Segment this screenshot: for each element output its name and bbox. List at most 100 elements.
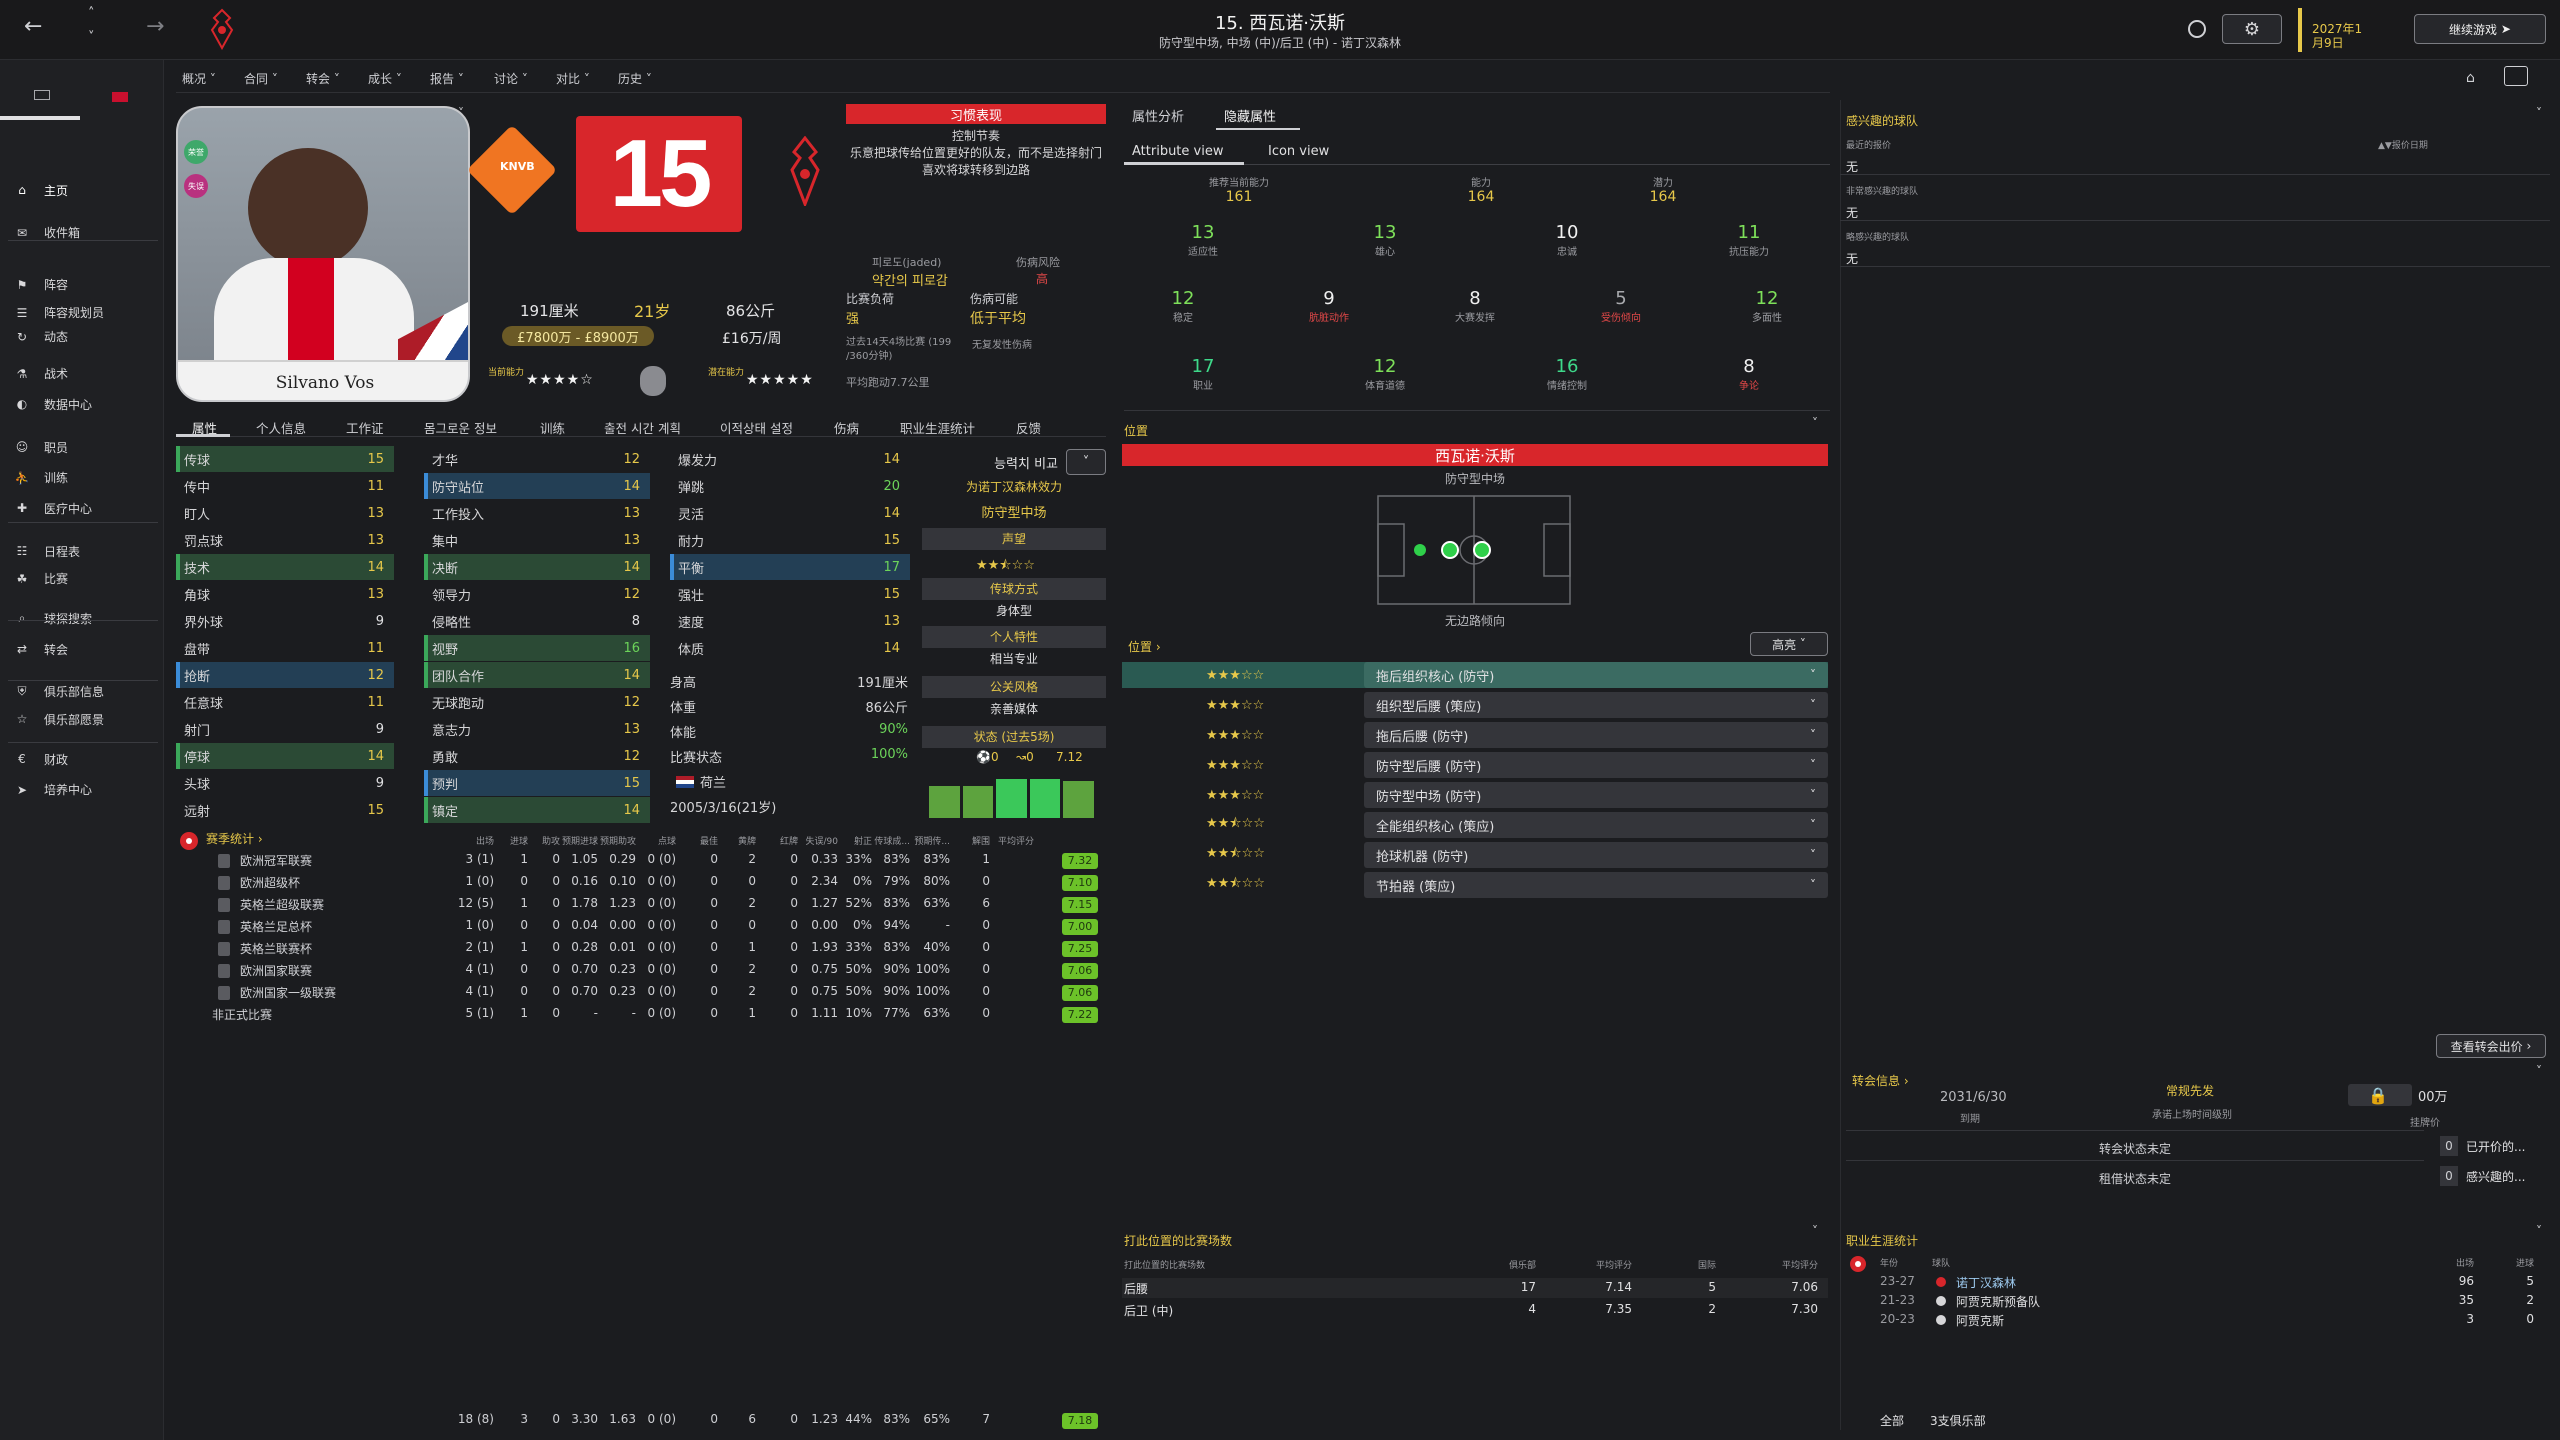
sidebar-item-11[interactable]: ☘ 比赛 bbox=[0, 564, 164, 594]
layout-icon[interactable] bbox=[2504, 66, 2528, 86]
globe-icon[interactable] bbox=[2188, 20, 2206, 38]
sidebar-item-4[interactable]: ↻ 动态 bbox=[0, 322, 164, 352]
chevron-down-icon[interactable]: ˅ bbox=[1810, 668, 1816, 682]
attr-physical-4[interactable]: 平衡 17 bbox=[670, 554, 910, 580]
attr-mental-9[interactable]: 无球跑动 12 bbox=[424, 689, 650, 715]
pp-row[interactable] bbox=[1122, 1300, 1828, 1320]
attr-mental-7[interactable]: 视野 16 bbox=[424, 635, 650, 661]
attr-mental-12[interactable]: 预判 15 bbox=[424, 770, 650, 796]
collapse-icon[interactable] bbox=[34, 90, 50, 100]
sidebar-item-1[interactable]: ✉ 收件箱 bbox=[0, 218, 164, 248]
compare-dropdown[interactable]: ˅ bbox=[1066, 449, 1106, 475]
nottingham-forest-crest-icon[interactable] bbox=[790, 136, 820, 206]
career-header-1[interactable]: 球队 bbox=[1932, 1256, 1950, 1269]
attr-technical-4[interactable]: 技术 14 bbox=[176, 554, 394, 580]
career-header-2[interactable]: 出场 bbox=[2434, 1256, 2474, 1269]
highlight-dropdown[interactable]: 高亮 ˅ bbox=[1750, 632, 1828, 656]
chevron-down-icon[interactable]: ˅ bbox=[1810, 698, 1816, 712]
tab-9[interactable]: 反馈 bbox=[1016, 418, 1041, 437]
position-collapse-icon[interactable]: ˅ bbox=[1812, 416, 1818, 430]
market-value[interactable]: £7800万 - £8900万 bbox=[502, 326, 654, 346]
tab-1[interactable]: 个人信息 bbox=[256, 418, 306, 437]
menu-2[interactable]: 转会 ˅ bbox=[306, 70, 340, 87]
attr-mental-6[interactable]: 侵略性 8 bbox=[424, 608, 650, 634]
attr-mental-11[interactable]: 勇敢 12 bbox=[424, 743, 650, 769]
attr-physical-1[interactable]: 弹跳 20 bbox=[670, 473, 910, 499]
stats-header-7[interactable]: 黄牌 bbox=[712, 834, 756, 847]
stats-header-5[interactable]: 点球 bbox=[632, 834, 676, 847]
stats-competition[interactable]: 英格兰足总杯 bbox=[240, 918, 312, 935]
role-row-4[interactable]: ★★★☆☆ 防守型中场 (防守) ˅ bbox=[1122, 782, 1828, 808]
home-small-icon[interactable]: ⌂ bbox=[2466, 70, 2475, 86]
stats-header-4[interactable]: 预期助攻 bbox=[592, 834, 636, 847]
role-row-3[interactable]: ★★★☆☆ 防守型后腰 (防守) ˅ bbox=[1122, 752, 1828, 778]
tab-2[interactable]: 工作证 bbox=[346, 418, 384, 437]
attr-technical-1[interactable]: 传中 11 bbox=[176, 473, 394, 499]
club-crest-icon[interactable] bbox=[210, 8, 234, 50]
pp-header-1[interactable]: 俱乐部 bbox=[1480, 1258, 1536, 1271]
attr-technical-7[interactable]: 盘带 11 bbox=[176, 635, 394, 661]
sidebar-item-0[interactable]: ⌂ 主页 bbox=[0, 175, 164, 205]
sidebar-item-7[interactable]: ☺ 职员 bbox=[0, 432, 164, 462]
sidebar-item-13[interactable]: ⇄ 转会 bbox=[0, 634, 164, 664]
stats-header-12[interactable]: 预期传... bbox=[906, 834, 950, 847]
transfer-info-title[interactable]: 转会信息 › bbox=[1852, 1072, 1909, 1089]
pp-header-2[interactable]: 平均评分 bbox=[1576, 1258, 1632, 1271]
attr-physical-2[interactable]: 灵活 14 bbox=[670, 500, 910, 526]
stats-competition[interactable]: 英格兰超级联赛 bbox=[240, 896, 324, 913]
offer-date-label[interactable]: ▲▼报价日期 bbox=[2378, 138, 2428, 151]
sidebar-item-6[interactable]: ◐ 数据中心 bbox=[0, 389, 164, 419]
stats-competition[interactable]: 欧洲超级杯 bbox=[240, 874, 300, 891]
stats-header-13[interactable]: 解围 bbox=[946, 834, 990, 847]
attr-technical-9[interactable]: 任意球 11 bbox=[176, 689, 394, 715]
chevron-up-icon[interactable]: ˄ bbox=[88, 6, 95, 21]
chevron-down-icon[interactable]: ˅ bbox=[1810, 728, 1816, 742]
attr-physical-5[interactable]: 强壮 15 bbox=[670, 581, 910, 607]
sidebar-item-12[interactable]: ⌕ 球探搜索 bbox=[0, 604, 164, 634]
sidebar-item-17[interactable]: ➤ 培养中心 bbox=[0, 775, 164, 805]
badge-error[interactable]: 失误 bbox=[184, 174, 208, 198]
role-row-0[interactable]: ★★★☆☆ 拖后组织核心 (防守) ˅ bbox=[1122, 662, 1828, 688]
stats-competition[interactable]: 非正式比赛 bbox=[212, 1006, 272, 1023]
transfer-collapse-icon[interactable]: ˅ bbox=[2536, 1064, 2542, 1078]
pp-header-0[interactable]: 打此位置的比赛场数 bbox=[1124, 1258, 1205, 1271]
chevron-down-icon[interactable]: ˅ bbox=[1810, 848, 1816, 862]
career-cell[interactable]: 阿贾克斯预备队 bbox=[1956, 1293, 2040, 1310]
pp-header-4[interactable]: 平均评分 bbox=[1762, 1258, 1818, 1271]
stats-competition[interactable]: 英格兰联赛杯 bbox=[240, 940, 312, 957]
tab-5[interactable]: 출전 시간 계획 bbox=[604, 418, 681, 437]
attr-physical-7[interactable]: 体质 14 bbox=[670, 635, 910, 661]
chevron-down-icon[interactable]: ˅ bbox=[1810, 758, 1816, 772]
tab-attribute-analysis[interactable]: 属性分析 bbox=[1132, 106, 1184, 125]
sidebar-item-14[interactable]: ⛨ 俱乐部信息 bbox=[0, 677, 164, 707]
attr-technical-6[interactable]: 界外球 9 bbox=[176, 608, 394, 634]
menu-5[interactable]: 讨论 ˅ bbox=[494, 70, 528, 87]
attr-physical-6[interactable]: 速度 13 bbox=[670, 608, 910, 634]
positions-collapse-icon[interactable]: ˅ bbox=[1812, 1224, 1818, 1238]
career-cell[interactable]: 诺丁汉森林 bbox=[1956, 1274, 2016, 1291]
role-row-1[interactable]: ★★★☆☆ 组织型后腰 (策应) ˅ bbox=[1122, 692, 1828, 718]
tab-8[interactable]: 职业生涯统计 bbox=[900, 418, 975, 437]
stats-header-8[interactable]: 红牌 bbox=[754, 834, 798, 847]
stats-header-11[interactable]: 传球成... bbox=[866, 834, 910, 847]
view-offers-button[interactable]: 查看转会出价 › bbox=[2436, 1034, 2546, 1058]
interested-label[interactable]: 感兴趣的... bbox=[2466, 1168, 2525, 1185]
sidebar-item-8[interactable]: ⛹ 训练 bbox=[0, 463, 164, 493]
career-header-0[interactable]: 年份 bbox=[1880, 1256, 1898, 1269]
chevron-down-icon[interactable]: ˅ bbox=[88, 30, 95, 45]
chevron-down-icon[interactable]: ˅ bbox=[1810, 878, 1816, 892]
attr-physical-3[interactable]: 耐力 15 bbox=[670, 527, 910, 553]
tab-6[interactable]: 이적상태 설정 bbox=[720, 418, 793, 437]
attr-mental-3[interactable]: 集中 13 bbox=[424, 527, 650, 553]
career-header-3[interactable]: 进球 bbox=[2494, 1256, 2534, 1269]
stats-header-14[interactable]: 平均评分 bbox=[990, 834, 1034, 847]
tab-4[interactable]: 训练 bbox=[540, 418, 565, 437]
tab-7[interactable]: 伤病 bbox=[834, 418, 859, 437]
interest-collapse-icon[interactable]: ˅ bbox=[2536, 106, 2542, 120]
menu-3[interactable]: 成长 ˅ bbox=[368, 70, 402, 87]
attr-technical-8[interactable]: 抢断 12 bbox=[176, 662, 394, 688]
attr-mental-1[interactable]: 防守站位 14 bbox=[424, 473, 650, 499]
attr-mental-4[interactable]: 决断 14 bbox=[424, 554, 650, 580]
attr-mental-10[interactable]: 意志力 13 bbox=[424, 716, 650, 742]
attr-mental-2[interactable]: 工作投入 13 bbox=[424, 500, 650, 526]
